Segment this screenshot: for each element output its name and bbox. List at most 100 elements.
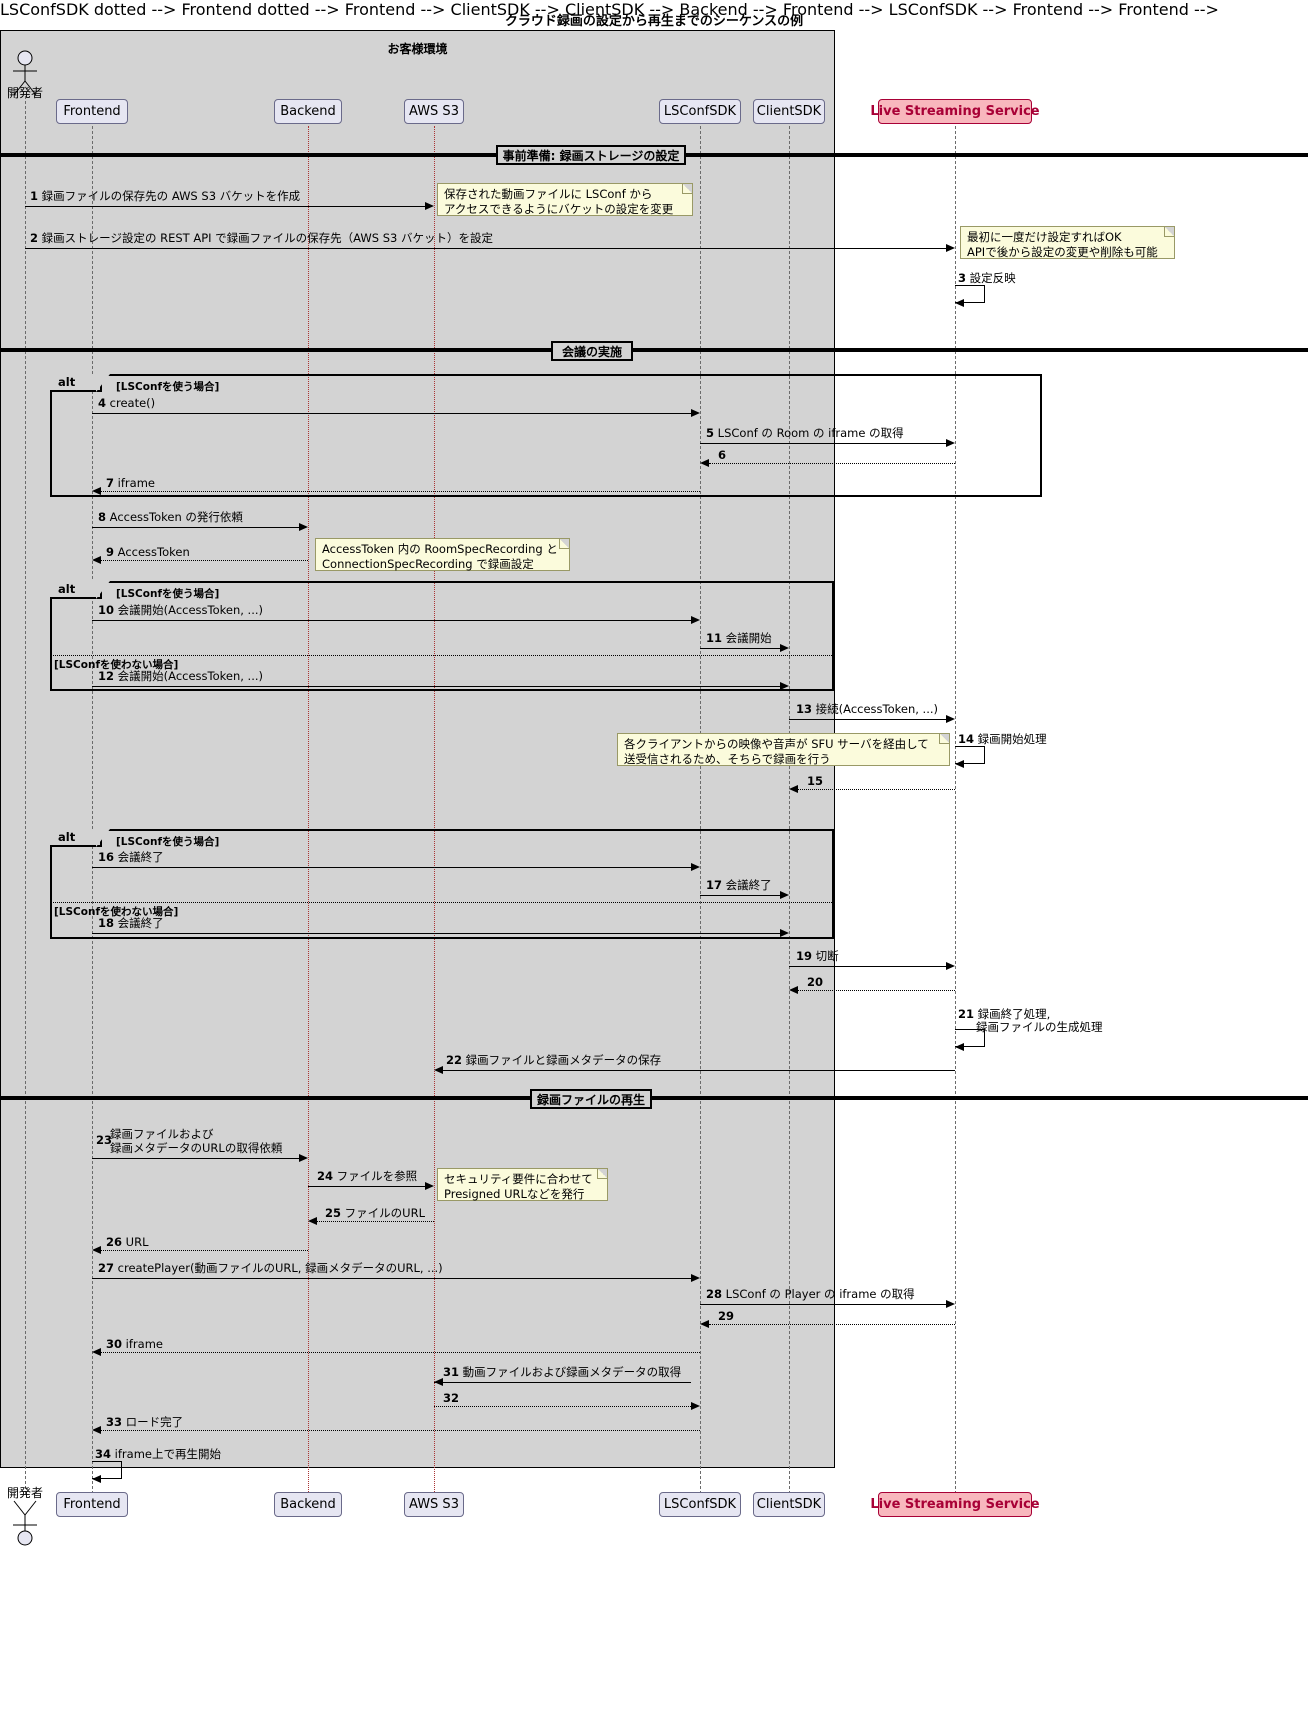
message-24-num: 24 bbox=[317, 1169, 334, 1183]
message-33-line bbox=[101, 1430, 700, 1431]
message-9-arrowhead bbox=[92, 556, 101, 564]
message-29-line bbox=[709, 1324, 955, 1325]
message-5-label: 5 LSConf の Room の iframe の取得 bbox=[706, 427, 904, 440]
message-13-line bbox=[789, 719, 946, 720]
participant-clientsdk-top-label: ClientSDK bbox=[756, 104, 822, 119]
message-20-arrowhead bbox=[789, 986, 798, 994]
message-21-text-line2: 録画ファイルの生成処理 bbox=[976, 1020, 1103, 1034]
participant-backend-bottom[interactable]: Backend bbox=[274, 1492, 342, 1517]
message-2-label: 2 録画ストレージ設定の REST API で録画ファイルの保存先（AWS S3… bbox=[30, 232, 493, 245]
message-14-num: 14 bbox=[958, 732, 975, 746]
participant-frontend-bottom[interactable]: Frontend bbox=[56, 1492, 128, 1517]
participant-clientsdk-top[interactable]: ClientSDK bbox=[753, 99, 825, 124]
participant-live-streaming-service-top[interactable]: Live Streaming Service bbox=[870, 99, 1040, 124]
message-21-text-line1: 録画終了処理, bbox=[977, 1007, 1051, 1021]
message-21-num: 21 bbox=[958, 1007, 975, 1021]
note-fold-corner bbox=[597, 1169, 607, 1179]
message-1-arrowhead bbox=[425, 202, 434, 210]
message-24-arrowhead bbox=[425, 1182, 434, 1190]
message-12-label: 12 会議開始(AccessToken, ...) bbox=[98, 670, 263, 683]
note-accesstoken-recording-spec-text: AccessToken 内の RoomSpecRecording と Conne… bbox=[322, 542, 558, 571]
message-18-line bbox=[92, 933, 780, 934]
participant-lss-bottom-label: Live Streaming Service bbox=[870, 1497, 1040, 1512]
message-34-arrowhead bbox=[92, 1475, 101, 1483]
lifeline-frontend bbox=[92, 126, 93, 1494]
message-27-num: 27 bbox=[98, 1261, 115, 1275]
message-8-label: 8 AccessToken の発行依頼 bbox=[98, 511, 243, 524]
message-3-num: 3 bbox=[958, 271, 967, 285]
message-25-num: 25 bbox=[325, 1206, 342, 1220]
message-4-line bbox=[92, 413, 691, 414]
participant-frontend-bottom-label: Frontend bbox=[63, 1497, 121, 1512]
message-19-label: 19 切断 bbox=[796, 950, 839, 963]
message-23-arrowhead bbox=[299, 1154, 308, 1162]
message-2-line bbox=[25, 248, 946, 249]
message-28-arrowhead bbox=[946, 1300, 955, 1308]
message-26-text: URL bbox=[125, 1235, 149, 1249]
note-presigned-url: セキュリティ要件に合わせて Presigned URLなどを発行 bbox=[437, 1168, 608, 1201]
message-2-num: 2 bbox=[30, 231, 39, 245]
message-26-label: 26 URL bbox=[106, 1236, 149, 1249]
message-3-text: 設定反映 bbox=[969, 271, 1016, 285]
message-12-arrowhead bbox=[780, 682, 789, 690]
participant-backend-top[interactable]: Backend bbox=[274, 99, 342, 124]
message-25-line bbox=[317, 1221, 434, 1222]
note-fold-corner bbox=[559, 539, 569, 549]
note-setup-once-text: 最初に一度だけ設定すればOK APIで後から設定の変更や削除も可能 bbox=[967, 230, 1158, 259]
participant-aws-s3-bottom[interactable]: AWS S3 bbox=[404, 1492, 464, 1517]
message-13-arrowhead bbox=[946, 715, 955, 723]
message-22-line bbox=[443, 1070, 955, 1071]
message-19-line bbox=[789, 966, 946, 967]
message-4-num: 4 bbox=[98, 396, 107, 410]
note-setup-once: 最初に一度だけ設定すればOK APIで後から設定の変更や削除も可能 bbox=[960, 226, 1175, 259]
divider-line-3 bbox=[0, 1096, 1308, 1100]
message-13-text: 接続(AccessToken, ...) bbox=[815, 702, 939, 716]
message-22-label: 22 録画ファイルと録画メタデータの保存 bbox=[446, 1054, 661, 1067]
message-18-arrowhead bbox=[780, 929, 789, 937]
participant-frontend-top[interactable]: Frontend bbox=[56, 99, 128, 124]
message-10-line bbox=[92, 620, 691, 621]
message-31-arrowhead bbox=[434, 1378, 443, 1386]
message-30-text: iframe bbox=[125, 1337, 163, 1351]
note-s3-bucket-permission-text: 保存された動画ファイルに LSConf から アクセスできるようにバケットの設定… bbox=[444, 187, 674, 216]
message-8-line bbox=[92, 527, 299, 528]
message-1-label: 1 録画ファイルの保存先の AWS S3 バケットを作成 bbox=[30, 190, 300, 203]
message-15-num: 15 bbox=[807, 774, 824, 788]
message-14-arrowhead bbox=[955, 760, 964, 768]
message-4-label: 4 create() bbox=[98, 397, 155, 410]
participant-aws-s3-top[interactable]: AWS S3 bbox=[404, 99, 464, 124]
note-sfu-recording-text: 各クライアントからの映像や音声が SFU サーバを経由して 送受信されるため、そ… bbox=[624, 737, 929, 766]
message-20-label: 20 bbox=[807, 976, 823, 989]
message-5-text: LSConf の Room の iframe の取得 bbox=[717, 426, 904, 440]
sequence-diagram: クラウド録画の設定から再生までのシーケンスの例 お客様環境 開発者 Fronte… bbox=[0, 0, 1308, 1726]
participant-clientsdk-bottom[interactable]: ClientSDK bbox=[753, 1492, 825, 1517]
participant-lsconfsdk-top[interactable]: LSConfSDK bbox=[659, 99, 741, 124]
note-presigned-url-text: セキュリティ要件に合わせて Presigned URLなどを発行 bbox=[444, 1172, 593, 1201]
lifeline-live-streaming-service bbox=[955, 126, 956, 1494]
message-14-label: 14 録画開始処理 bbox=[958, 733, 1047, 746]
message-24-label: 24 ファイルを参照 bbox=[317, 1170, 417, 1183]
message-17-line bbox=[700, 895, 780, 896]
message-16-num: 16 bbox=[98, 850, 115, 864]
message-17-text: 会議終了 bbox=[725, 878, 772, 892]
message-27-line bbox=[92, 1278, 691, 1279]
message-14-text: 録画開始処理 bbox=[977, 732, 1047, 746]
note-fold-corner bbox=[939, 734, 949, 744]
message-33-arrowhead bbox=[92, 1426, 101, 1434]
message-22-num: 22 bbox=[446, 1053, 463, 1067]
alt-frame-2-condition-1: [LSConfを使う場合] bbox=[116, 588, 220, 600]
participant-lsconfsdk-bottom[interactable]: LSConfSDK bbox=[659, 1492, 741, 1517]
participant-live-streaming-service-bottom[interactable]: Live Streaming Service bbox=[870, 1492, 1040, 1517]
message-31-text: 動画ファイルおよび録画メタデータの取得 bbox=[462, 1365, 682, 1379]
message-15-arrowhead bbox=[789, 785, 798, 793]
alt-frame-2-separator bbox=[50, 655, 834, 656]
divider-label-playback: 録画ファイルの再生 bbox=[530, 1089, 652, 1109]
divider-line-2 bbox=[0, 348, 1308, 352]
message-23-text-line1: 録画ファイルおよび bbox=[110, 1127, 214, 1141]
message-34-num: 34 bbox=[95, 1447, 112, 1461]
participant-lsconfsdk-bottom-label: LSConfSDK bbox=[663, 1497, 737, 1512]
message-23-num-wrap: 23 bbox=[96, 1134, 112, 1147]
message-32-num: 32 bbox=[443, 1391, 460, 1405]
message-17-num: 17 bbox=[706, 878, 723, 892]
message-1-num: 1 bbox=[30, 189, 39, 203]
